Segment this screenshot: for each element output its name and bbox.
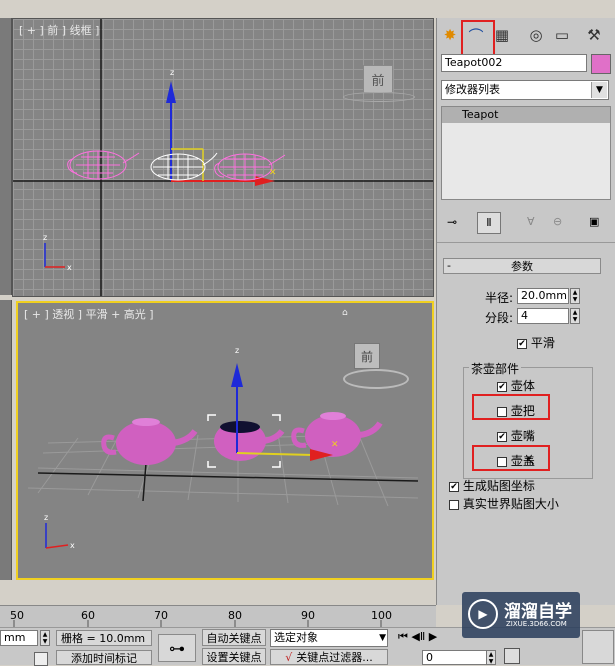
svg-text:✕: ✕ (331, 440, 339, 450)
radius-spinner[interactable]: ▲ ▼ (570, 288, 580, 304)
key-filter-icon: √ (285, 650, 293, 664)
create-tab-icon[interactable]: ✸ (439, 24, 461, 46)
tick-label: 90 (301, 609, 315, 622)
spout-label: 壶嘴 (510, 429, 535, 443)
modifier-stack: Teapot (441, 106, 611, 200)
key-icon[interactable]: ⊶ (158, 634, 196, 662)
tick-label: 80 (228, 609, 242, 622)
grid-size-display: 栅格 = 10.0mm (56, 630, 152, 646)
tick-label: 70 (154, 609, 168, 622)
nav-controls[interactable] (582, 630, 614, 664)
gen-map-checkbox[interactable]: ✔ (449, 481, 459, 492)
collapse-icon[interactable]: - (447, 259, 451, 272)
viewcube-ring (343, 92, 415, 102)
key-filters-label: 关键点过滤器... (296, 651, 373, 664)
svg-text:✕: ✕ (269, 168, 277, 178)
svg-text:x: x (70, 541, 75, 550)
stack-item-teapot[interactable]: Teapot (442, 107, 610, 123)
real-world-row[interactable]: 真实世界贴图大小 (449, 495, 559, 512)
motion-tab-icon[interactable]: ◎ (525, 24, 547, 46)
command-panel: ✸ ⌒ ▦ ◎ ▭ ⚒ Teapot002 修改器列表 ▼ Teapot ⊸ Ⅱ… (436, 18, 615, 605)
coordinate-spinner[interactable]: ▲ ▼ (40, 630, 50, 646)
tick-label: 100 (371, 609, 392, 622)
play-icon[interactable]: ▶ (429, 630, 437, 643)
body-checkbox[interactable]: ✔ (497, 381, 507, 392)
viewcube-face-label: 前 (360, 349, 373, 364)
mouse-cursor-icon: ↖ (525, 454, 536, 469)
front-scene: z ✕ z x (13, 19, 433, 296)
smooth-label: 平滑 (530, 336, 555, 350)
watermark-title: 溜溜自学 (504, 602, 572, 622)
playback-controls[interactable]: ⏮ ◀Ⅱ ▶ (398, 630, 437, 644)
watermark-url: ZIXUE.3D66.COM (506, 620, 567, 628)
segments-spinner[interactable]: ▲ ▼ (570, 308, 580, 324)
real-world-label: 真实世界贴图大小 (462, 497, 559, 511)
key-selection-label: 选定对象 (274, 631, 318, 644)
highlight-lid (472, 445, 550, 471)
svg-text:x: x (67, 263, 72, 272)
viewcube[interactable]: 前 (363, 65, 393, 93)
highlight-handle (472, 394, 550, 420)
play-logo-icon: ▶ (468, 599, 498, 629)
rollout-title: 参数 (511, 260, 533, 273)
go-to-start-icon[interactable]: ⏮ (398, 630, 408, 643)
chevron-down-icon[interactable]: ▼ (591, 82, 607, 98)
watermark: ▶ 溜溜自学 ZIXUE.3D66.COM (462, 592, 580, 638)
modifier-list-dropdown[interactable]: 修改器列表 ▼ (441, 80, 609, 100)
key-filters-button[interactable]: √ 关键点过滤器... (270, 649, 388, 665)
chevron-down-icon[interactable]: ▼ (379, 630, 386, 646)
parameters-rollout-header[interactable]: - 参数 (443, 258, 601, 274)
coordinate-field[interactable]: mm (0, 630, 38, 646)
object-color-swatch[interactable] (591, 54, 611, 74)
teapot-parts-title: 茶壶部件 (469, 360, 522, 377)
pin-stack-icon[interactable]: ⊸ (447, 215, 457, 229)
svg-text:z: z (43, 233, 47, 242)
utilities-tab-icon[interactable]: ⚒ (583, 24, 605, 46)
divider (437, 242, 615, 243)
radius-field[interactable]: 20.0mm (517, 288, 569, 304)
left-edge-strip (0, 18, 12, 295)
show-end-result-icon[interactable]: Ⅱ (477, 212, 501, 234)
prev-frame-icon[interactable]: ◀Ⅱ (411, 630, 425, 643)
real-world-checkbox[interactable] (449, 499, 459, 510)
key-selection-dropdown[interactable]: 选定对象 ▼ (270, 629, 388, 647)
stack-toolbar: ⊸ Ⅱ ∀ ⊖ ▣ (447, 212, 609, 234)
tick-label: 60 (81, 609, 95, 622)
gen-map-label: 生成贴图坐标 (462, 479, 535, 493)
smooth-row[interactable]: ✔ 平滑 (517, 334, 555, 351)
spout-row[interactable]: ✔ 壶嘴 (497, 427, 535, 444)
perspective-viewport[interactable]: [ + ] 透视 ] 平滑 + 高光 ] ⌂ ✕ z z x 前 (16, 301, 434, 580)
current-frame-field[interactable]: 0 (422, 650, 492, 665)
teapot-left (101, 418, 198, 465)
auto-key-button[interactable]: 自动关键点 (202, 629, 266, 646)
object-name-field[interactable]: Teapot002 (441, 54, 587, 72)
display-tab-icon[interactable]: ▭ (551, 24, 573, 46)
gen-map-row[interactable]: ✔ 生成贴图坐标 (449, 477, 535, 494)
viewcube-ring (343, 369, 409, 389)
segments-field[interactable]: 4 (517, 308, 569, 324)
svg-text:z: z (235, 346, 239, 355)
set-key-button[interactable]: 设置关键点 (202, 648, 266, 665)
body-row[interactable]: ✔ 壶体 (497, 377, 535, 394)
svg-text:z: z (170, 68, 174, 77)
modifier-list-label: 修改器列表 (445, 83, 500, 96)
time-config-icon[interactable] (504, 648, 520, 664)
front-viewport[interactable]: [ + ] 前 ] 线框 ] z ✕ z x 前 (12, 18, 434, 297)
svg-text:z: z (44, 513, 48, 522)
body-label: 壶体 (510, 379, 535, 393)
left-edge-strip (0, 300, 12, 580)
spout-checkbox[interactable]: ✔ (497, 431, 507, 442)
time-ruler[interactable]: 50 60 70 80 90 100 (0, 605, 436, 628)
viewcube-face-label: 前 (371, 73, 385, 89)
add-time-tag-button[interactable]: 添加时间标记 (56, 650, 152, 665)
remove-modifier-icon[interactable]: ⊖ (553, 215, 562, 228)
radius-label: 半径: (485, 291, 514, 305)
configure-sets-icon[interactable]: ▣ (589, 215, 599, 228)
smooth-checkbox[interactable]: ✔ (517, 338, 527, 349)
make-unique-icon[interactable]: ∀ (527, 215, 535, 228)
frame-spinner[interactable]: ▲ ▼ (486, 650, 496, 665)
tick-label: 50 (10, 609, 24, 622)
segments-label: 分段: (485, 311, 514, 325)
